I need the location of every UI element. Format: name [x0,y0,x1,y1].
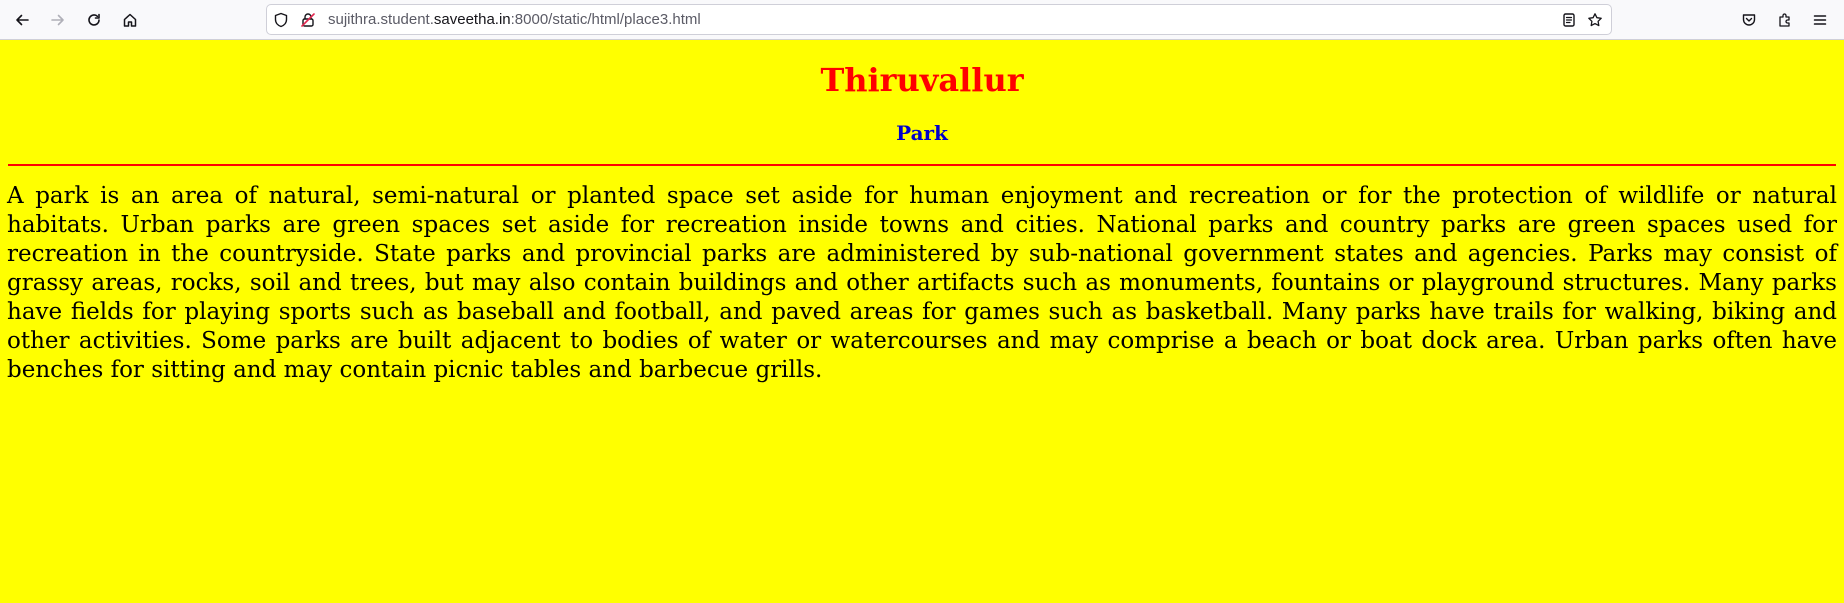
url-suffix: :8000/static/html/place3.html [510,11,701,28]
pocket-button[interactable] [1735,6,1763,34]
home-icon [123,13,137,27]
page-title: Thiruvallur [820,61,1024,99]
divider [8,164,1836,166]
reader-view-icon[interactable] [1561,12,1577,28]
url-bar[interactable]: sujithra.student.saveetha.in:8000/static… [266,4,1612,35]
puzzle-icon [1779,13,1790,27]
page-content: Thiruvallur Park A park is an area of na… [0,40,1844,603]
url-text[interactable]: sujithra.student.saveetha.in:8000/static… [328,11,701,29]
park-description: A park is an area of natural, semi-natur… [7,183,1837,383]
insecure-lock-icon[interactable] [300,12,316,28]
pocket-icon [1742,14,1756,26]
star-icon[interactable] [1587,12,1603,28]
hamburger-menu-icon [1813,15,1827,25]
url-prefix: sujithra.student. [328,11,434,28]
back-button[interactable] [8,6,36,34]
page-subtitle: Park [896,121,948,145]
browser-toolbar: sujithra.student.saveetha.in:8000/static… [0,0,1844,40]
home-button[interactable] [116,6,144,34]
forward-button[interactable] [44,6,72,34]
url-domain: saveetha.in [433,11,511,28]
extensions-button[interactable] [1771,6,1799,34]
arrow-left-icon [16,14,29,26]
reload-icon [88,13,100,26]
arrow-right-icon [51,14,64,26]
reload-button[interactable] [80,6,108,34]
shield-icon[interactable] [273,12,289,28]
menu-button[interactable] [1806,6,1834,34]
